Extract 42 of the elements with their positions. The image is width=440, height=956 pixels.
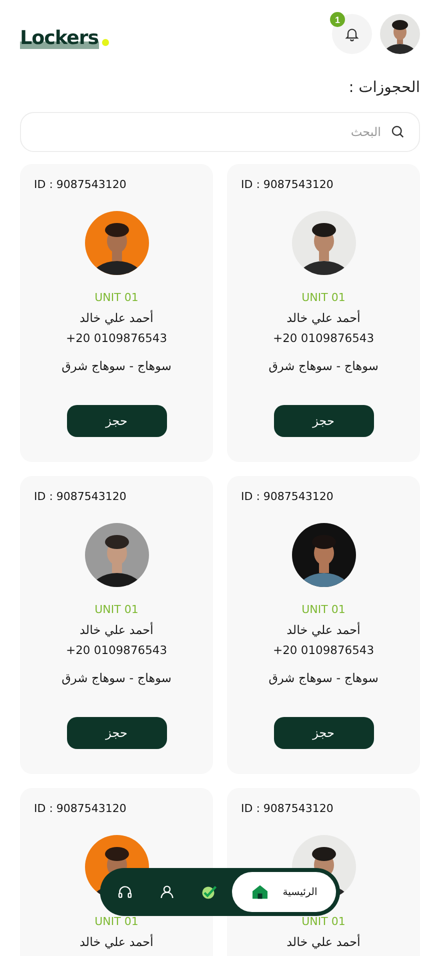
page-title: الحجوزات :	[348, 78, 420, 96]
location-text: سوهاج - سوهاج شرق	[268, 671, 378, 685]
location-text: سوهاج - سوهاج شرق	[62, 671, 172, 685]
search-field[interactable]: البحث	[20, 112, 420, 152]
book-button[interactable]: حجز	[274, 405, 374, 437]
notification-badge: 1	[330, 12, 345, 27]
bell-icon	[344, 26, 360, 42]
phone-number: +20 0109876543	[66, 331, 168, 345]
unit-label: UNIT 01	[302, 603, 346, 616]
person-name: أحمد علي خالد	[286, 935, 360, 949]
search-icon	[390, 124, 405, 139]
unit-label: UNIT 01	[94, 291, 138, 304]
person-name: أحمد علي خالد	[80, 935, 154, 949]
person-name: أحمد علي خالد	[286, 623, 360, 637]
location-text: سوهاج - سوهاج شرق	[62, 359, 172, 373]
nav-home-button[interactable]: الرئيسية	[232, 872, 336, 912]
phone-number: +20 0109876543	[272, 643, 374, 657]
person-name: أحمد علي خالد	[80, 623, 154, 637]
book-button[interactable]: حجز	[66, 405, 166, 437]
book-button[interactable]: حجز	[274, 717, 374, 749]
headset-icon	[117, 884, 133, 900]
card-id: ID : 9087543120	[241, 178, 334, 191]
logo: Lockers	[20, 27, 99, 49]
location-text: سوهاج - سوهاج شرق	[268, 359, 378, 373]
person-name: أحمد علي خالد	[80, 311, 154, 325]
unit-label: UNIT 01	[302, 915, 346, 928]
book-button[interactable]: حجز	[66, 717, 166, 749]
card-id: ID : 9087543120	[241, 490, 334, 503]
dot-icon	[102, 39, 109, 46]
card-id: ID : 9087543120	[34, 490, 126, 503]
card-id: ID : 9087543120	[34, 802, 126, 815]
home-icon	[250, 883, 269, 901]
unit-label: UNIT 01	[94, 915, 138, 928]
check-badge-icon	[200, 883, 218, 901]
phone-number: +20 0109876543	[272, 331, 374, 345]
user-icon	[159, 884, 175, 900]
phone-number: +20 0109876543	[66, 643, 168, 657]
card-id: ID : 9087543120	[34, 178, 126, 191]
person-name: أحمد علي خالد	[286, 311, 360, 325]
unit-label: UNIT 01	[302, 291, 346, 304]
card-id: ID : 9087543120	[241, 802, 334, 815]
unit-label: UNIT 01	[94, 603, 138, 616]
